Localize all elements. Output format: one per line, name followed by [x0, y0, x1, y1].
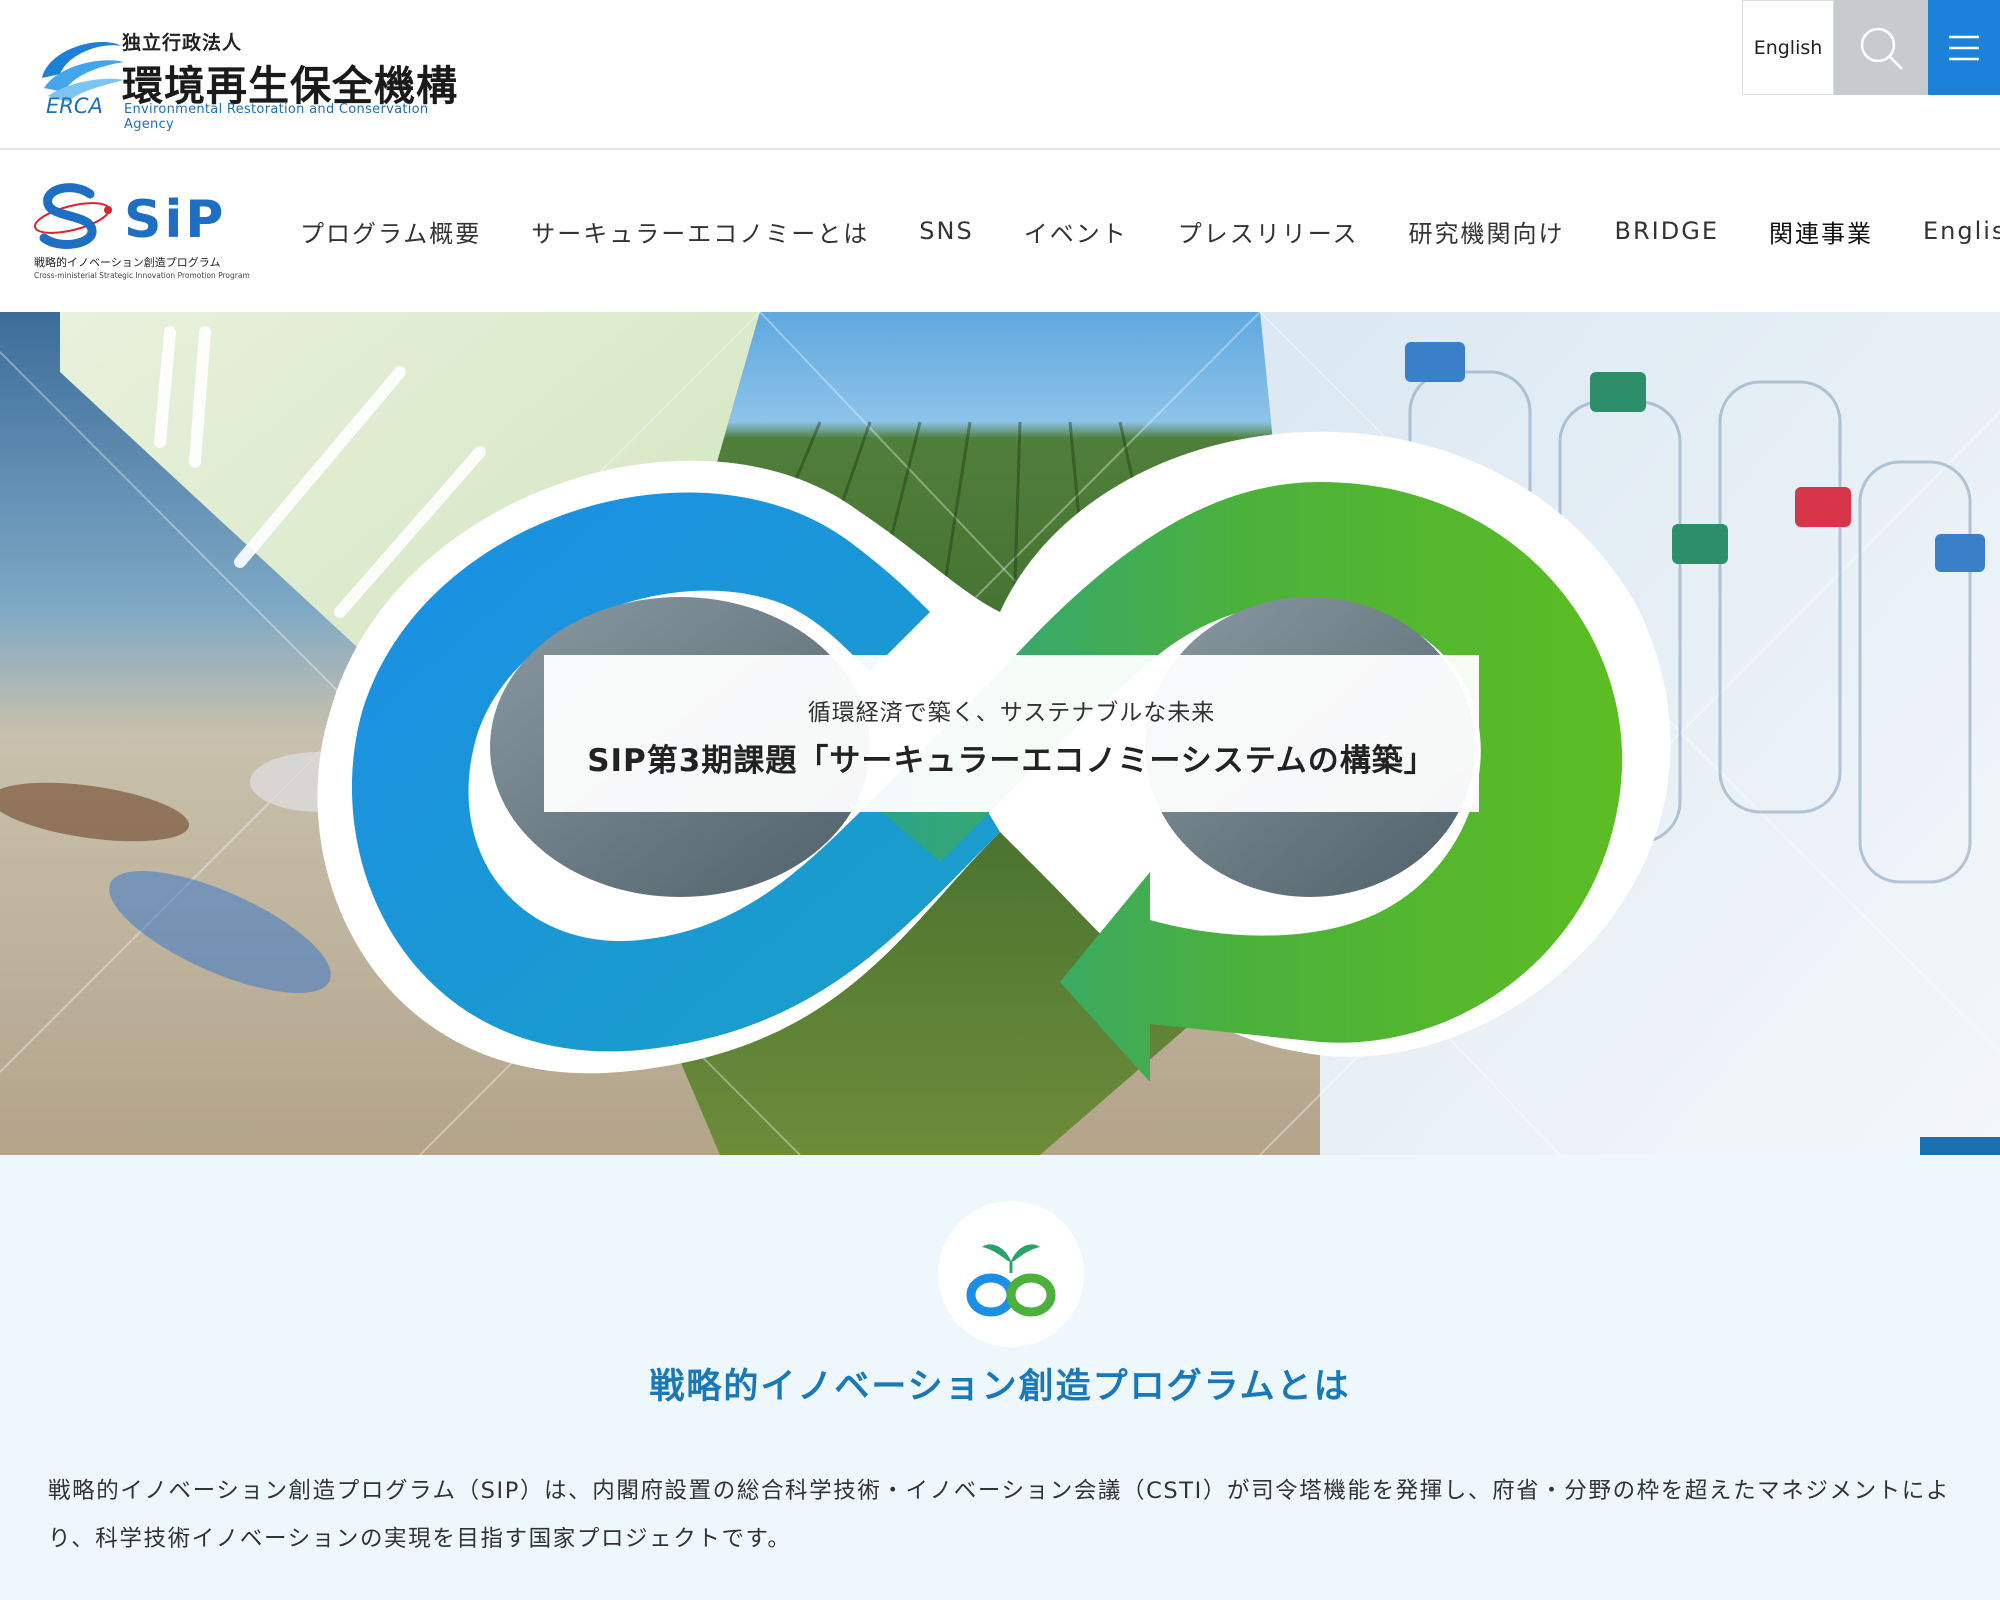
nav-item-press-release[interactable]: プレスリリース [1178, 214, 1359, 249]
language-switch-button[interactable]: English [1742, 0, 1834, 95]
main-nav: SiP 戦略的イノベーション創造プログラム Cross-ministerial … [0, 150, 2000, 312]
site-header: ERCA 独立行政法人 環境再生保全機構 Environmental Resto… [0, 0, 2000, 150]
sip-tagline-en: Cross-ministerial Strategic Innovation P… [34, 271, 250, 280]
hero-banner: 循環経済で築く、サステナブルな未来 SIP第3期課題「サーキュラーエコノミーシス… [0, 312, 2000, 1155]
nav-item-bridge[interactable]: BRIDGE [1615, 217, 1719, 245]
sip-orbit-icon [34, 183, 112, 249]
erca-logo[interactable]: ERCA 独立行政法人 環境再生保全機構 Environmental Resto… [38, 28, 478, 132]
nav-item-program-overview[interactable]: プログラム概要 [300, 214, 481, 249]
hero-caption-box: 循環経済で築く、サステナブルな未来 SIP第3期課題「サーキュラーエコノミーシス… [544, 655, 1479, 812]
hero-title: SIP第3期課題「サーキュラーエコノミーシステムの構築」 [587, 743, 1436, 779]
nav-item-english[interactable]: English [1923, 217, 2000, 245]
sip-intro-section: 戦略的イノベーション創造プログラムとは 戦略的イノベーション創造プログラム（SI… [0, 1155, 2000, 1600]
intro-heading: 戦略的イノベーション創造プログラムとは [649, 1367, 1351, 1407]
sip-logo-text: SiP [124, 190, 227, 250]
hero-subtitle: 循環経済で築く、サステナブルな未来 [807, 700, 1216, 726]
sip-logo[interactable]: SiP 戦略的イノベーション創造プログラム Cross-ministerial … [30, 180, 250, 290]
hamburger-menu-icon [1949, 35, 1979, 60]
nav-item-related-projects[interactable]: 関連事業 [1769, 214, 1873, 249]
org-name-en: Environmental Restoration and Conservati… [124, 102, 429, 132]
nav-item-circular-economy[interactable]: サーキュラーエコノミーとは [531, 214, 869, 249]
nav-item-for-research-institutes[interactable]: 研究機関向け [1409, 214, 1565, 249]
circular-economy-icon [938, 1201, 1084, 1347]
sip-tagline-jp: 戦略的イノベーション創造プログラム [34, 256, 221, 269]
nav-item-events[interactable]: イベント [1024, 214, 1128, 249]
nav-item-sns[interactable]: SNS [919, 217, 973, 245]
menu-button[interactable] [1928, 0, 2000, 95]
search-button[interactable] [1834, 0, 1928, 95]
intro-body: 戦略的イノベーション創造プログラム（SIP）は、内閣府設置の総合科学技術・イノベ… [48, 1478, 1950, 1552]
erca-abbr: ERCA [46, 94, 103, 118]
search-icon [1860, 27, 1903, 70]
nav-list: プログラム概要 サーキュラーエコノミーとは SNS イベント プレスリリース 研… [300, 150, 2000, 312]
org-type: 独立行政法人 [122, 32, 243, 54]
